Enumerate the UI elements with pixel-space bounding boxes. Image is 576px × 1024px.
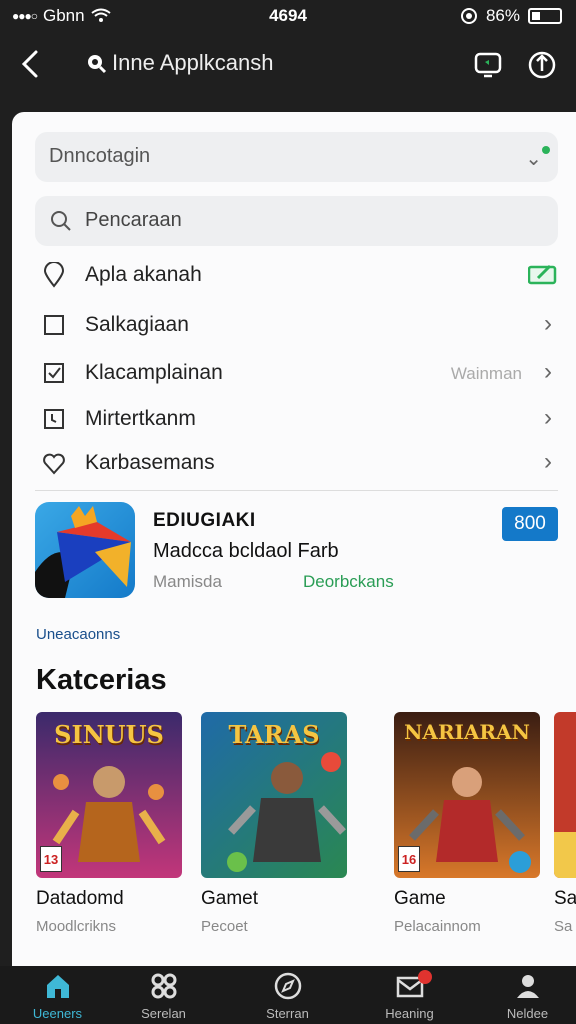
nav-label: Serelan (141, 1006, 186, 1021)
checkbox-empty-icon (44, 315, 64, 335)
menu-item-aside: Wainman (450, 364, 522, 383)
heart-icon (43, 453, 65, 475)
menu-item-salkagiaan[interactable]: Salkagiaan › (35, 304, 558, 348)
category-sub: Sa (554, 918, 573, 935)
category-label: Sa (554, 888, 576, 909)
notification-badge (418, 970, 432, 984)
section-link[interactable]: Uneacaonns (36, 626, 120, 643)
search-input[interactable]: Pencaraan (35, 196, 558, 246)
apps-icon (151, 973, 177, 999)
category-card[interactable]: Sa Sa (554, 712, 576, 935)
app-logo-icon (35, 506, 131, 598)
app-bar: Inne Applkcansh (0, 32, 576, 102)
age-rating-badge: 13 (40, 846, 62, 872)
menu-item-label: Apla akanah (85, 263, 202, 286)
clock-icon (44, 409, 64, 429)
page-title: Inne Applkcansh (112, 50, 274, 75)
app-icon[interactable] (35, 502, 135, 598)
search-icon (51, 211, 71, 231)
chevron-right-icon: › (544, 404, 552, 431)
app-developer: Mamisda (153, 572, 222, 591)
nav-label: Neldee (506, 1006, 549, 1021)
eye-icon (460, 8, 477, 24)
map-pin-icon (43, 262, 65, 288)
category-sub: Pelacainnom (394, 918, 481, 935)
nav-label: Sterran (266, 1006, 309, 1021)
price-button[interactable]: 800 (502, 507, 558, 541)
menu-item-apla[interactable]: Apla akanah (35, 254, 558, 298)
age-rating-badge: 16 (398, 846, 420, 872)
chevron-right-icon: › (544, 358, 552, 385)
nav-profile[interactable]: Neldee (470, 966, 576, 1024)
battery-percent: 86% (485, 6, 520, 25)
category-card[interactable]: SINUUS 13 Datadomd Moodlcrikns (36, 712, 182, 935)
back-button[interactable] (18, 46, 48, 82)
checkbox-checked-icon (44, 363, 64, 383)
chevron-right-icon: › (544, 448, 552, 475)
app-name: EDIUGIAKI (153, 510, 256, 531)
nav-label: Ueeners (32, 1006, 83, 1021)
battery-icon (528, 8, 562, 24)
main-panel: Dnncotagin ⌄ Pencaraan Apla akanah Salka… (12, 112, 576, 966)
search-icon[interactable] (84, 51, 108, 75)
category-card[interactable]: TARAS Gamet Pecoet (201, 712, 347, 935)
game-title: TARAS (228, 720, 320, 749)
featured-app-card[interactable]: EDIUGIAKI Madcca bcldaol Farb Mamisda De… (35, 502, 558, 602)
share-icon[interactable] (526, 48, 558, 80)
menu-item-mirtertkanm[interactable]: Mirtertkanm › (35, 398, 558, 442)
edit-badge-icon[interactable] (528, 263, 558, 285)
section-title: Katcerias (36, 664, 167, 696)
bottom-navigation: Ueeners Serelan Sterran Heaning Neldee (0, 966, 576, 1024)
category-label: Gamet (201, 888, 259, 909)
category-thumbnail[interactable]: NARIARAN 16 (394, 712, 540, 878)
category-dropdown[interactable]: Dnncotagin ⌄ (35, 132, 558, 182)
category-sub: Moodlcrikns (36, 918, 117, 935)
game-title: NARIARAN (404, 720, 530, 744)
category-label: Game (394, 888, 446, 909)
cast-icon[interactable] (472, 48, 504, 80)
dropdown-value: Dnncotagin (49, 145, 151, 167)
chevron-right-icon: › (544, 310, 552, 337)
nav-messages[interactable]: Heaning (352, 966, 467, 1024)
menu-item-karbasemans[interactable]: Karbasemans › (35, 442, 558, 486)
chevron-left-icon (21, 50, 38, 78)
nav-home[interactable]: Ueeners (0, 966, 115, 1024)
category-thumbnail[interactable]: TARAS (201, 712, 347, 878)
category-label: Datadomd (36, 888, 124, 909)
menu-item-label: Klacamplainan (85, 361, 223, 384)
category-thumbnail[interactable] (554, 712, 576, 878)
nav-apps[interactable]: Serelan (106, 966, 221, 1024)
status-bar: ●●●○ Gbnn 4694 86% (0, 0, 576, 32)
category-card[interactable]: NARIARAN 16 Game Pelacainnom (394, 712, 540, 935)
chevron-down-icon: ⌄ (525, 148, 542, 170)
game-art-icon (554, 712, 576, 878)
menu-item-label: Mirtertkanm (85, 407, 196, 430)
status-dot-icon (542, 146, 550, 154)
nav-explore[interactable]: Sterran (230, 966, 345, 1024)
profile-icon (517, 975, 539, 998)
menu-item-label: Salkagiaan (85, 313, 189, 336)
menu-item-label: Karbasemans (85, 451, 215, 474)
home-icon (47, 975, 69, 998)
divider (35, 490, 558, 491)
app-subtitle: Madcca bcldaol Farb (153, 540, 339, 562)
app-tag[interactable]: Deorbckans (303, 572, 394, 592)
category-thumbnail[interactable]: SINUUS 13 (36, 712, 182, 878)
menu-item-klacamplainan[interactable]: Klacamplainan Wainman › (35, 352, 558, 396)
category-sub: Pecoet (201, 918, 248, 935)
nav-label: Heaning (385, 1006, 434, 1021)
game-title: SINUUS (54, 720, 164, 749)
search-placeholder: Pencaraan (85, 209, 182, 231)
compass-icon (274, 972, 302, 1000)
